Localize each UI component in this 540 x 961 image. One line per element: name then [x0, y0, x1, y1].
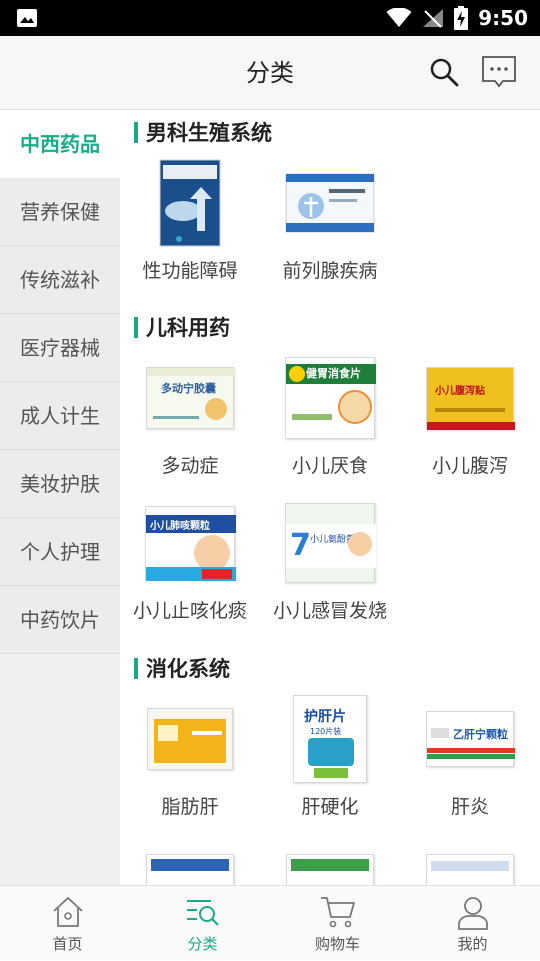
category-content: 男科生殖系统 性功能障碍 前列腺疾病 儿科用药 多动宁胶囊 多动症 健胃消食片 …	[120, 110, 540, 885]
app-header: 分类	[0, 36, 540, 110]
product-label: 小儿腹泻	[431, 455, 508, 477]
tab-label: 购物车	[314, 935, 360, 953]
no-signal-icon	[423, 9, 444, 28]
section-title: 儿科用药	[120, 305, 540, 351]
message-icon[interactable]	[481, 55, 517, 89]
product-item[interactable]: 前列腺疾病	[260, 156, 400, 301]
product-item[interactable]	[260, 837, 400, 885]
product-image	[145, 839, 235, 885]
product-item[interactable]: 7 小儿氨酚黄那敏颗粒 小儿感冒发烧	[260, 496, 400, 646]
product-image: 小儿腹泻贴	[425, 353, 515, 443]
box-text: 乙肝宁颗粒	[453, 728, 508, 741]
product-label: 肝炎	[450, 796, 489, 818]
product-label: 小儿止咳化痰	[132, 600, 247, 622]
product-item[interactable]	[120, 837, 260, 885]
product-item[interactable]: 乙肝宁颗粒 肝炎	[400, 692, 540, 837]
product-image: 小儿肺咳颗粒	[145, 498, 236, 588]
product-image	[285, 839, 375, 885]
product-label: 小儿厌食	[291, 455, 368, 477]
box-text: 多动宁胶囊	[161, 382, 216, 395]
section-pediatrics: 儿科用药 多动宁胶囊 多动症 健胃消食片 小儿厌食 小儿腹泻贴 小儿腹泻 小儿肺…	[120, 305, 540, 646]
sidebar-item-traditional-tonic[interactable]: 传统滋补	[0, 246, 120, 314]
tab-label: 分类	[187, 935, 218, 953]
category-icon	[186, 900, 219, 926]
product-image	[285, 158, 375, 248]
bottom-tab-bar: 首页 分类 购物车 我的	[0, 885, 540, 960]
product-item[interactable]	[400, 837, 540, 885]
sidebar-item-adult-family-planning[interactable]: 成人计生	[0, 382, 120, 450]
wifi-icon	[386, 8, 412, 27]
home-icon	[52, 897, 83, 927]
tab-label: 首页	[52, 935, 83, 953]
sidebar-item-nutrition[interactable]: 营养保健	[0, 178, 120, 246]
product-item[interactable]: 小儿肺咳颗粒 小儿止咳化痰	[120, 496, 260, 646]
product-image: 多动宁胶囊	[145, 353, 235, 443]
product-image: 护肝片 120片装	[285, 694, 375, 784]
product-label: 前列腺疾病	[282, 260, 378, 282]
product-image: 7 小儿氨酚黄那敏颗粒	[285, 498, 376, 588]
profile-icon	[457, 897, 488, 930]
section-title: 消化系统	[120, 646, 540, 692]
product-label: 小儿感冒发烧	[272, 600, 387, 622]
box-text: 护肝片	[304, 709, 346, 725]
box-text: 健胃消食片	[306, 367, 361, 380]
section-digestive: 消化系统 脂肪肝 护肝片 120片装 肝硬化 乙肝宁颗粒 肝炎	[120, 646, 540, 885]
product-label: 脂肪肝	[161, 796, 219, 818]
sidebar-item-herbal-pieces[interactable]: 中药饮片	[0, 586, 120, 654]
product-label: 性功能障碍	[142, 260, 238, 282]
search-icon[interactable]	[428, 56, 460, 88]
clock: 9:50	[478, 6, 528, 30]
box-text: 小儿腹泻贴	[435, 386, 485, 397]
product-item[interactable]: 脂肪肝	[120, 692, 260, 837]
product-item[interactable]: 多动宁胶囊 多动症	[120, 351, 260, 496]
tab-cart[interactable]: 购物车	[270, 886, 405, 961]
tab-profile[interactable]: 我的	[405, 886, 540, 961]
product-image	[145, 158, 235, 248]
tab-home[interactable]: 首页	[0, 886, 135, 961]
image-notification-icon	[17, 9, 37, 27]
status-bar: 9:50	[0, 0, 540, 36]
box-text: 小儿肺咳颗粒	[150, 521, 210, 532]
tab-label: 我的	[457, 935, 488, 953]
product-image: 健胃消食片	[285, 353, 376, 443]
cart-icon	[320, 897, 355, 928]
product-item[interactable]: 健胃消食片 小儿厌食	[260, 351, 400, 496]
product-image: 乙肝宁颗粒	[425, 694, 515, 784]
product-item[interactable]: 性功能障碍	[120, 156, 260, 301]
section-andrology: 男科生殖系统 性功能障碍 前列腺疾病	[120, 110, 540, 301]
product-label: 多动症	[161, 455, 219, 477]
tab-category[interactable]: 分类	[135, 886, 270, 961]
box-subtext: 120片装	[310, 727, 342, 736]
product-image	[425, 839, 515, 885]
product-item[interactable]: 小儿腹泻贴 小儿腹泻	[400, 351, 540, 496]
sidebar-item-western-chinese-medicine[interactable]: 中西药品	[0, 110, 120, 178]
product-label: 肝硬化	[301, 796, 359, 818]
sidebar-item-personal-care[interactable]: 个人护理	[0, 518, 120, 586]
product-image	[145, 694, 235, 784]
product-item[interactable]: 护肝片 120片装 肝硬化	[260, 692, 400, 837]
section-title: 男科生殖系统	[120, 110, 540, 156]
category-sidebar: 中西药品 营养保健 传统滋补 医疗器械 成人计生 美妆护肤 个人护理 中药饮片	[0, 110, 120, 885]
battery-charging-icon	[454, 6, 469, 30]
sidebar-item-medical-devices[interactable]: 医疗器械	[0, 314, 120, 382]
sidebar-item-beauty-skincare[interactable]: 美妆护肤	[0, 450, 120, 518]
